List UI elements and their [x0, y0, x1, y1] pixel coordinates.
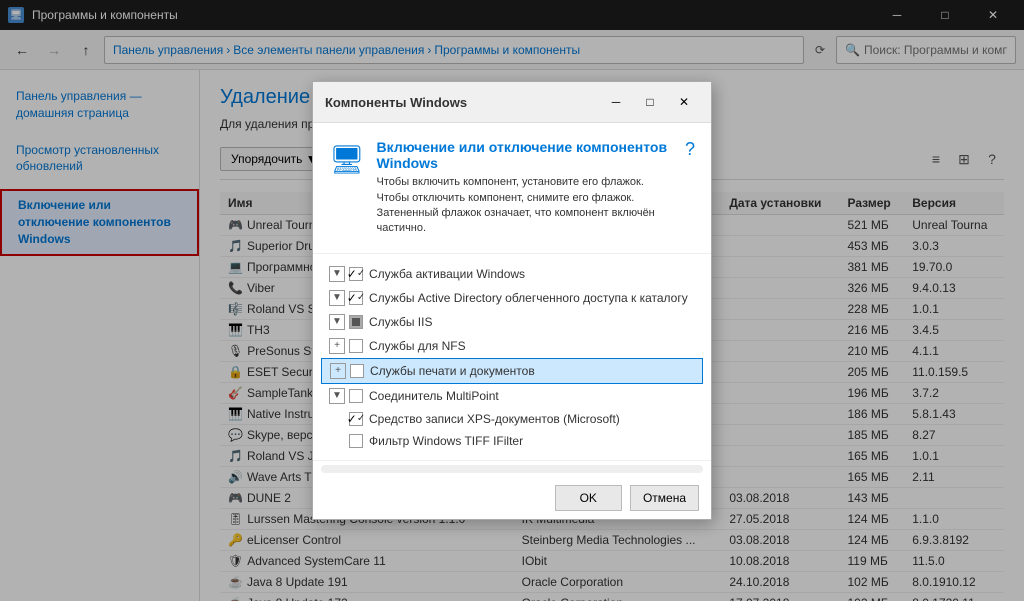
- component-expand-btn[interactable]: ▼: [329, 314, 345, 330]
- ok-button[interactable]: OK: [555, 485, 622, 511]
- windows-components-dialog: Компоненты Windows ─ □ ✕ 🖥 Включение или…: [312, 81, 712, 520]
- dialog-minimize-btn[interactable]: ─: [601, 90, 631, 114]
- component-checkbox[interactable]: [349, 389, 363, 403]
- component-label: Средство записи XPS-документов (Microsof…: [369, 412, 620, 426]
- dialog-maximize-btn[interactable]: □: [635, 90, 665, 114]
- component-checkbox[interactable]: [349, 434, 363, 448]
- component-item[interactable]: + Службы печати и документов: [321, 358, 703, 384]
- component-item[interactable]: + Службы для NFS: [321, 334, 703, 358]
- dialog-titlebar: Компоненты Windows ─ □ ✕: [313, 82, 711, 123]
- component-label: Службы Active Directory облегченного дос…: [369, 291, 688, 305]
- dialog-title: Компоненты Windows: [325, 95, 467, 110]
- dialog-header: 🖥 Включение или отключение компонентов W…: [313, 123, 711, 254]
- component-expand-btn[interactable]: ▼: [329, 388, 345, 404]
- dialog-help-icon[interactable]: ?: [685, 139, 695, 160]
- component-checkbox[interactable]: [349, 315, 363, 329]
- dialog-header-title: Включение или отключение компонентов Win…: [377, 139, 673, 171]
- dialog-scrollbar[interactable]: [321, 465, 703, 473]
- dialog-header-text: Включение или отключение компонентов Win…: [377, 139, 673, 237]
- component-item[interactable]: ▼ Соединитель MultiPoint: [321, 384, 703, 408]
- component-label: Службы IIS: [369, 315, 432, 329]
- dialog-close-btn[interactable]: ✕: [669, 90, 699, 114]
- component-checkbox[interactable]: [350, 364, 364, 378]
- component-expand-btn[interactable]: ▼: [329, 266, 345, 282]
- component-label: Фильтр Windows TIFF IFilter: [369, 434, 523, 448]
- component-expand-btn[interactable]: +: [330, 363, 346, 379]
- dialog-footer: OK Отмена: [313, 477, 711, 519]
- component-checkbox[interactable]: ✓: [349, 291, 363, 305]
- component-expand-btn[interactable]: ▼: [329, 290, 345, 306]
- component-item[interactable]: Фильтр Windows TIFF IFilter: [321, 430, 703, 452]
- component-label: Службы печати и документов: [370, 364, 535, 378]
- components-list: ▼ ✓ Служба активации Windows ▼ ✓ Службы …: [313, 254, 711, 461]
- cancel-button[interactable]: Отмена: [630, 485, 699, 511]
- component-item[interactable]: ▼ ✓ Службы Active Directory облегченного…: [321, 286, 703, 310]
- component-label: Службы для NFS: [369, 339, 466, 353]
- component-label: Служба активации Windows: [369, 267, 525, 281]
- component-item[interactable]: ✓ Средство записи XPS-документов (Micros…: [321, 408, 703, 430]
- dialog-header-icon: 🖥: [329, 143, 365, 176]
- dialog-window-controls: ─ □ ✕: [601, 90, 699, 114]
- dialog-header-description: Чтобы включить компонент, установите его…: [377, 175, 673, 237]
- component-label: Соединитель MultiPoint: [369, 389, 499, 403]
- component-item[interactable]: ▼ ✓ Служба активации Windows: [321, 262, 703, 286]
- dialog-overlay: Компоненты Windows ─ □ ✕ 🖥 Включение или…: [0, 0, 1024, 601]
- component-checkbox[interactable]: ✓: [349, 412, 363, 426]
- component-checkbox[interactable]: ✓: [349, 267, 363, 281]
- component-expand-btn[interactable]: +: [329, 338, 345, 354]
- component-item[interactable]: ▼ Службы IIS: [321, 310, 703, 334]
- component-checkbox[interactable]: [349, 339, 363, 353]
- dialog-buttons: OK Отмена: [555, 485, 699, 511]
